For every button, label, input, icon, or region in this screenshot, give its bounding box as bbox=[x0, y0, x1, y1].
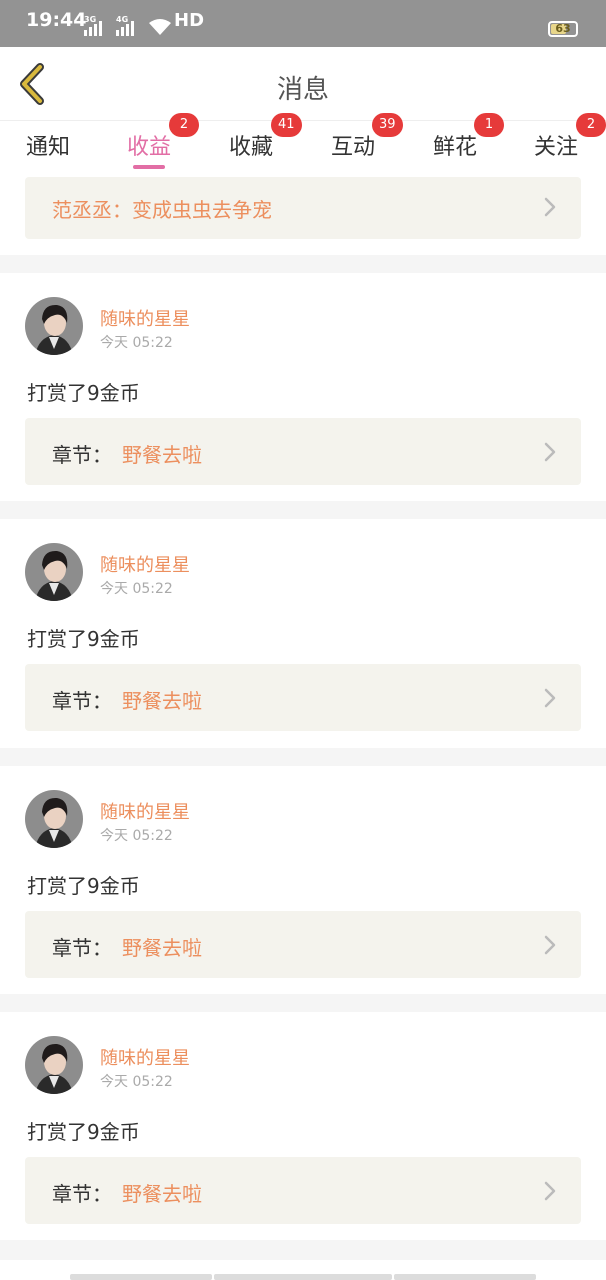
tab-badge-interactions: 39 bbox=[372, 113, 403, 137]
chevron-right-icon bbox=[544, 197, 556, 217]
section-separator bbox=[0, 748, 606, 766]
tab-label: 通知 bbox=[26, 135, 71, 160]
active-tab-indicator bbox=[133, 165, 166, 169]
system-nav-bar[interactable] bbox=[70, 1274, 212, 1280]
previous-chapter-text: 范丞丞：变成虫虫去争宠 bbox=[52, 198, 272, 222]
tab-bar: 通知 收益 收藏 互动 鲜花 关注 2 41 39 1 2 bbox=[0, 113, 606, 171]
chapter-label: 章节： bbox=[52, 443, 112, 467]
system-nav-bar[interactable] bbox=[394, 1274, 536, 1280]
page-title: 消息 bbox=[276, 75, 329, 105]
wifi-icon bbox=[149, 19, 171, 35]
chapter-label: 章节： bbox=[52, 689, 112, 713]
list-item: 随味的星星 今天 05:22 打赏了9金币 章节： 野餐去啦 bbox=[0, 519, 606, 747]
section-separator bbox=[0, 501, 606, 519]
avatar[interactable] bbox=[25, 297, 83, 355]
tab-badge-earnings: 2 bbox=[169, 113, 199, 137]
tab-badge-favorites: 41 bbox=[271, 113, 302, 137]
signal-icons: 3G 4G bbox=[84, 15, 172, 36]
user-name[interactable]: 随味的星星 bbox=[100, 1044, 190, 1070]
signal-3g-icon: 3G bbox=[84, 15, 102, 36]
timestamp: 今天 05:22 bbox=[100, 335, 173, 351]
section-separator bbox=[0, 255, 606, 273]
hd-indicator: HD bbox=[174, 10, 205, 31]
timestamp: 今天 05:22 bbox=[100, 828, 173, 844]
avatar[interactable] bbox=[25, 543, 83, 601]
chapter-name: 野餐去啦 bbox=[122, 936, 202, 960]
reward-text: 打赏了9金币 bbox=[27, 1120, 140, 1144]
nav-bar: 消息 bbox=[0, 47, 606, 121]
tab-label: 互动 bbox=[331, 135, 376, 160]
tab-follow[interactable]: 关注 bbox=[534, 129, 578, 161]
chapter-card[interactable]: 章节： 野餐去啦 bbox=[25, 664, 581, 731]
tab-label: 鲜花 bbox=[433, 135, 478, 160]
status-time: 19:44 bbox=[26, 9, 87, 31]
chevron-right-icon bbox=[544, 442, 556, 462]
list-item: 随味的星星 今天 05:22 打赏了9金币 章节： 野餐去啦 bbox=[0, 1012, 606, 1240]
list-item: 随味的星星 今天 05:22 打赏了9金币 章节： 野餐去啦 bbox=[0, 273, 606, 501]
previous-chapter-card[interactable]: 范丞丞：变成虫虫去争宠 bbox=[25, 177, 581, 239]
user-name[interactable]: 随味的星星 bbox=[100, 798, 190, 824]
battery-level: 63 bbox=[555, 22, 571, 35]
tab-label: 收藏 bbox=[229, 135, 274, 160]
chapter-card[interactable]: 章节： 野餐去啦 bbox=[25, 418, 581, 485]
tab-flowers[interactable]: 鲜花 bbox=[433, 129, 477, 161]
section-separator bbox=[0, 994, 606, 1012]
chapter-name: 野餐去啦 bbox=[122, 689, 202, 713]
user-name[interactable]: 随味的星星 bbox=[100, 305, 190, 331]
avatar[interactable] bbox=[25, 1036, 83, 1094]
timestamp: 今天 05:22 bbox=[100, 581, 173, 597]
chevron-right-icon bbox=[544, 1181, 556, 1201]
user-name[interactable]: 随味的星星 bbox=[100, 551, 190, 577]
tab-favorites[interactable]: 收藏 bbox=[229, 129, 273, 161]
reward-text: 打赏了9金币 bbox=[27, 381, 140, 405]
reward-text: 打赏了9金币 bbox=[27, 627, 140, 651]
battery-icon: 63 bbox=[548, 21, 578, 37]
chapter-name: 野餐去啦 bbox=[122, 1182, 202, 1206]
tab-earnings[interactable]: 收益 bbox=[127, 129, 172, 169]
tab-label: 关注 bbox=[534, 135, 579, 160]
tab-notify[interactable]: 通知 bbox=[26, 129, 70, 161]
chapter-card[interactable]: 章节： 野餐去啦 bbox=[25, 911, 581, 978]
avatar[interactable] bbox=[25, 790, 83, 848]
tab-badge-follow: 2 bbox=[576, 113, 606, 137]
chapter-card[interactable]: 章节： 野餐去啦 bbox=[25, 1157, 581, 1224]
section-separator bbox=[0, 1240, 606, 1260]
system-nav-bar[interactable] bbox=[214, 1274, 392, 1280]
status-bar: 19:44 3G 4G HD 63 bbox=[0, 0, 606, 47]
reward-text: 打赏了9金币 bbox=[27, 874, 140, 898]
chapter-name: 野餐去啦 bbox=[122, 443, 202, 467]
chevron-right-icon bbox=[544, 688, 556, 708]
tab-label: 收益 bbox=[127, 135, 172, 160]
signal-4g-icon: 4G bbox=[116, 15, 134, 36]
chapter-label: 章节： bbox=[52, 936, 112, 960]
tab-interactions[interactable]: 互动 bbox=[331, 129, 375, 161]
chapter-label: 章节： bbox=[52, 1182, 112, 1206]
list-item: 随味的星星 今天 05:22 打赏了9金币 章节： 野餐去啦 bbox=[0, 766, 606, 994]
chevron-right-icon bbox=[544, 935, 556, 955]
timestamp: 今天 05:22 bbox=[100, 1074, 173, 1090]
tab-badge-flowers: 1 bbox=[474, 113, 504, 137]
